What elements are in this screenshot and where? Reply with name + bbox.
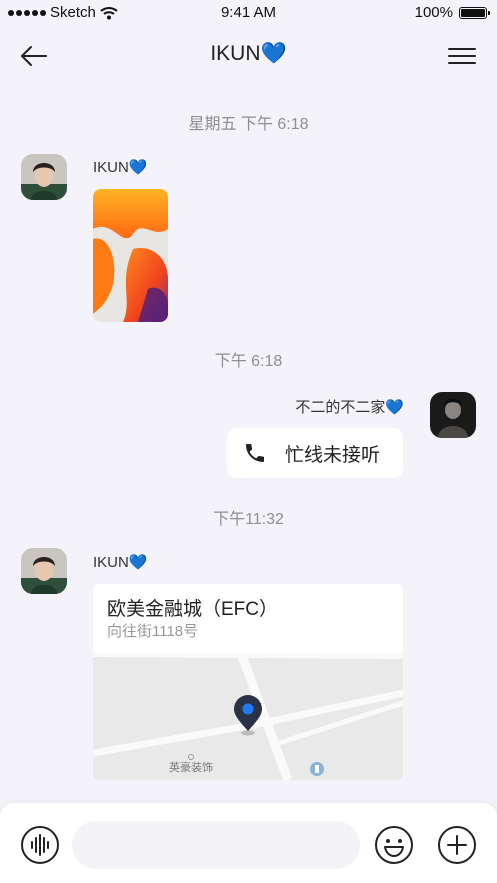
map-image: 英豪装饰 bbox=[93, 651, 403, 780]
message-input[interactable] bbox=[72, 821, 360, 869]
sender-name: 不二的不二家💙 bbox=[295, 399, 404, 416]
input-bar bbox=[0, 803, 497, 883]
message-time: 下午 6:18 bbox=[214, 353, 283, 370]
smiley-icon[interactable] bbox=[374, 825, 414, 865]
location-address: 向往街1118号 bbox=[107, 623, 199, 640]
chat-title: IKUN💙 bbox=[210, 42, 287, 65]
avatar-photo bbox=[430, 392, 476, 438]
location-map: 英豪装饰 bbox=[93, 651, 403, 780]
plus-circle-icon[interactable] bbox=[437, 825, 477, 865]
avatar[interactable] bbox=[21, 154, 67, 200]
sender-name: IKUN💙 bbox=[93, 159, 148, 176]
wallpaper-image bbox=[93, 189, 168, 322]
status-right: 100% bbox=[414, 4, 490, 21]
sender-name: IKUN💙 bbox=[93, 554, 148, 571]
call-status-text: 忙线未接听 bbox=[285, 444, 381, 466]
battery-percent: 100% bbox=[414, 4, 453, 21]
chat-title-wrapper: IKUN💙 bbox=[0, 42, 497, 66]
battery-icon bbox=[459, 6, 490, 19]
status-bar: Sketch 9:41 AM 100% bbox=[0, 0, 497, 26]
arrow-left-icon[interactable] bbox=[18, 42, 50, 70]
phone-icon bbox=[246, 444, 264, 462]
location-card[interactable]: 欧美金融城（EFC） 向往街1118号 英豪装饰 bbox=[93, 584, 403, 780]
message-time: 星期五 下午 6:18 bbox=[188, 116, 309, 133]
navigation-bar: IKUN💙 bbox=[0, 30, 497, 82]
location-name: 欧美金融城（EFC） bbox=[107, 599, 279, 620]
avatar-photo bbox=[21, 548, 67, 594]
avatar-photo bbox=[21, 154, 67, 200]
voice-wave-icon[interactable] bbox=[20, 825, 60, 865]
missed-call-bubble[interactable]: 忙线未接听 bbox=[227, 428, 403, 478]
avatar[interactable] bbox=[430, 392, 476, 438]
avatar[interactable] bbox=[21, 548, 67, 594]
map-poi-label: 英豪装饰 bbox=[169, 760, 213, 774]
message-time: 下午11:32 bbox=[213, 511, 284, 528]
image-message[interactable] bbox=[93, 189, 168, 322]
hamburger-menu-icon[interactable] bbox=[447, 44, 477, 68]
